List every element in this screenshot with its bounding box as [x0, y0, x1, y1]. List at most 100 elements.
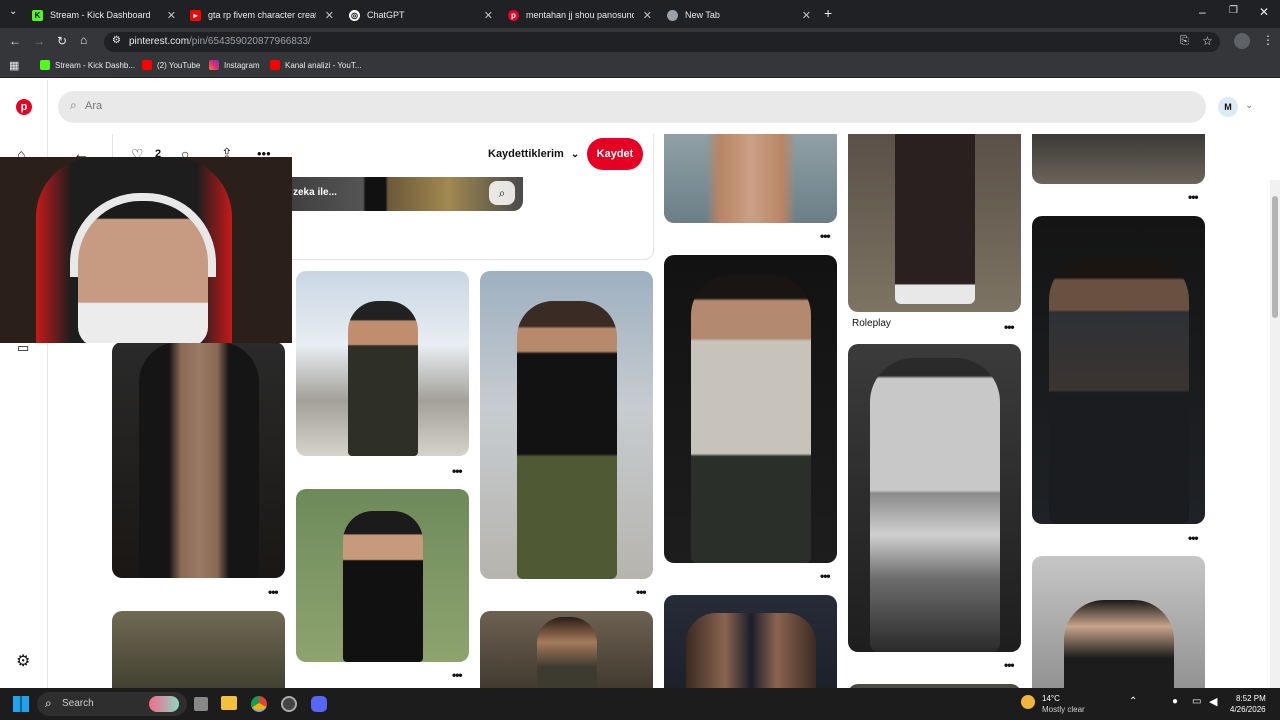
file-explorer-icon[interactable] — [221, 696, 237, 710]
clock-time[interactable]: 8:52 PM — [1236, 694, 1266, 703]
bookmark-instagram[interactable]: Instagram — [209, 60, 260, 70]
youtube-icon — [142, 60, 152, 70]
pin-image[interactable] — [1032, 216, 1205, 524]
pin-image[interactable] — [848, 134, 1021, 312]
home-icon[interactable]: ⌂ — [80, 33, 87, 47]
pin-figure — [685, 613, 816, 688]
pin-figure — [1048, 256, 1189, 524]
pin-more-icon[interactable]: ••• — [1004, 658, 1015, 672]
volume-icon[interactable]: ◀ — [1209, 695, 1217, 708]
taskbar-search-box[interactable]: ⌕ Search — [37, 692, 187, 716]
url-domain: pinterest.com — [129, 36, 190, 47]
pin-image[interactable] — [296, 489, 469, 662]
bookmark-kanal-analizi[interactable]: Kanal analizi - YouT... — [270, 60, 362, 70]
bookmark-label: Kanal analizi - YouT... — [285, 60, 362, 70]
clock-date[interactable]: 4/26/2026 — [1230, 705, 1266, 714]
tray-chevron-icon[interactable]: ⌃ — [1129, 696, 1137, 707]
discord-taskbar-icon[interactable] — [311, 696, 327, 712]
bookmark-star-icon[interactable]: ☆ — [1202, 34, 1213, 48]
bookmark-label: (2) YouTube — [157, 60, 201, 70]
chrome-icon — [667, 9, 678, 21]
bookmark-label: Stream - Kick Dashb... — [55, 60, 136, 70]
pin-more-icon[interactable]: ••• — [452, 464, 463, 478]
save-button-label: Kaydet — [596, 148, 634, 160]
apps-grid-icon[interactable]: ▦ — [9, 59, 19, 72]
youtube-icon — [270, 60, 280, 70]
profile-avatar-icon[interactable] — [1234, 33, 1250, 49]
search-bar[interactable]: ⌕ Ara — [58, 91, 1206, 123]
pin-image[interactable] — [664, 134, 837, 223]
pin-more-icon[interactable]: ••• — [820, 569, 831, 583]
chatgpt-icon: ◎ — [349, 9, 360, 21]
tray-mic-icon[interactable]: ● — [1172, 696, 1178, 707]
tab-title: gta rp fivem character creation — [208, 10, 316, 20]
reload-icon[interactable]: ↻ — [57, 34, 67, 48]
weather-desc: Mostly clear — [1042, 705, 1085, 714]
pin-image[interactable] — [480, 271, 653, 579]
pin-more-icon[interactable]: ••• — [1004, 320, 1015, 334]
pin-more-icon[interactable]: ••• — [268, 585, 279, 599]
address-bar[interactable]: ⚙ pinterest.com/pin/654359020877966833/ … — [104, 32, 1220, 52]
pin-image[interactable] — [1032, 134, 1205, 184]
search-icon: ⌕ — [45, 696, 52, 710]
pin-more-icon[interactable]: ••• — [1188, 190, 1199, 204]
close-tab-icon[interactable]: ✕ — [325, 9, 334, 22]
pin-image[interactable] — [112, 611, 285, 688]
url-text: pinterest.com/pin/654359020877966833/ — [129, 36, 311, 47]
bookmark-youtube[interactable]: (2) YouTube — [142, 60, 200, 70]
weather-icon — [1021, 695, 1035, 709]
install-app-icon[interactable]: ⎘ — [1180, 35, 1189, 48]
settings-gear-icon[interactable]: ⚙ — [16, 651, 30, 671]
pin-image[interactable] — [480, 611, 653, 688]
page-scrollbar-thumb[interactable] — [1272, 196, 1278, 318]
back-arrow-icon[interactable]: ← — [9, 34, 21, 48]
menu-kebab-icon[interactable]: ⋮ — [1262, 33, 1274, 47]
pin-figure — [536, 617, 597, 688]
tab-pinterest[interactable]: p mentahan jj shou panosundaki ✕ — [508, 4, 656, 26]
user-avatar[interactable]: M — [1218, 97, 1238, 117]
task-view-icon[interactable] — [194, 697, 208, 711]
tab-search-chevron-icon[interactable]: ⌄ — [9, 6, 17, 17]
tab-new-tab[interactable]: New Tab ✕ — [667, 4, 815, 26]
close-tab-icon[interactable]: ✕ — [802, 9, 811, 22]
minimize-icon[interactable]: – — [1199, 5, 1206, 19]
close-window-icon[interactable]: ✕ — [1259, 5, 1269, 19]
tab-youtube-gta[interactable]: ▸ gta rp fivem character creation ✕ — [190, 4, 338, 26]
pin-more-icon[interactable]: ••• — [820, 229, 831, 243]
related-snippet-text: zeka ile... — [293, 187, 337, 198]
board-selector[interactable]: Kaydettiklerim ⌄ — [488, 148, 579, 160]
forward-arrow-icon[interactable]: → — [33, 34, 45, 48]
windows-start-icon[interactable] — [13, 696, 29, 712]
pin-image[interactable] — [664, 595, 837, 688]
close-tab-icon[interactable]: ✕ — [643, 9, 652, 22]
pin-image[interactable] — [112, 342, 285, 578]
network-icon[interactable]: ▭ — [1192, 696, 1201, 707]
pin-image[interactable] — [664, 255, 837, 563]
related-thumbnail[interactable]: zeka ile... ⌕ — [273, 177, 523, 211]
pin-image[interactable] — [848, 344, 1021, 652]
browser-tab-bar: ⌄ K Stream - Kick Dashboard ✕ ▸ gta rp f… — [0, 0, 1280, 28]
save-button[interactable]: Kaydet — [587, 138, 643, 170]
close-tab-icon[interactable]: ✕ — [167, 9, 176, 22]
site-info-icon[interactable]: ⚙ — [112, 35, 121, 46]
visual-search-icon[interactable]: ⌕ — [489, 181, 515, 205]
pinterest-logo-icon[interactable]: p — [16, 99, 32, 115]
pin-more-icon[interactable]: ••• — [636, 585, 647, 599]
pin-more-icon[interactable]: ••• — [452, 668, 463, 682]
close-tab-icon[interactable]: ✕ — [484, 9, 493, 22]
pin-image[interactable] — [296, 271, 469, 456]
chrome-taskbar-icon[interactable] — [251, 696, 267, 712]
app-taskbar-icon[interactable] — [281, 696, 297, 712]
account-chevron-icon[interactable]: ⌄ — [1245, 100, 1253, 111]
pin-image[interactable] — [1032, 556, 1205, 688]
pin-more-icon[interactable]: ••• — [1188, 531, 1199, 545]
maximize-icon[interactable]: ❐ — [1229, 5, 1238, 16]
tab-kick-dashboard[interactable]: K Stream - Kick Dashboard ✕ — [32, 4, 180, 26]
new-tab-plus-icon[interactable]: + — [824, 5, 832, 21]
pinterest-icon: p — [508, 9, 519, 21]
pin-figure — [347, 301, 418, 456]
chevron-down-icon: ⌄ — [570, 149, 580, 160]
bookmark-kick[interactable]: Stream - Kick Dashb... — [40, 60, 135, 70]
tab-chatgpt[interactable]: ◎ ChatGPT ✕ — [349, 4, 497, 26]
bookmarks-bar: ▦ Stream - Kick Dashb... (2) YouTube Ins… — [0, 56, 1280, 78]
